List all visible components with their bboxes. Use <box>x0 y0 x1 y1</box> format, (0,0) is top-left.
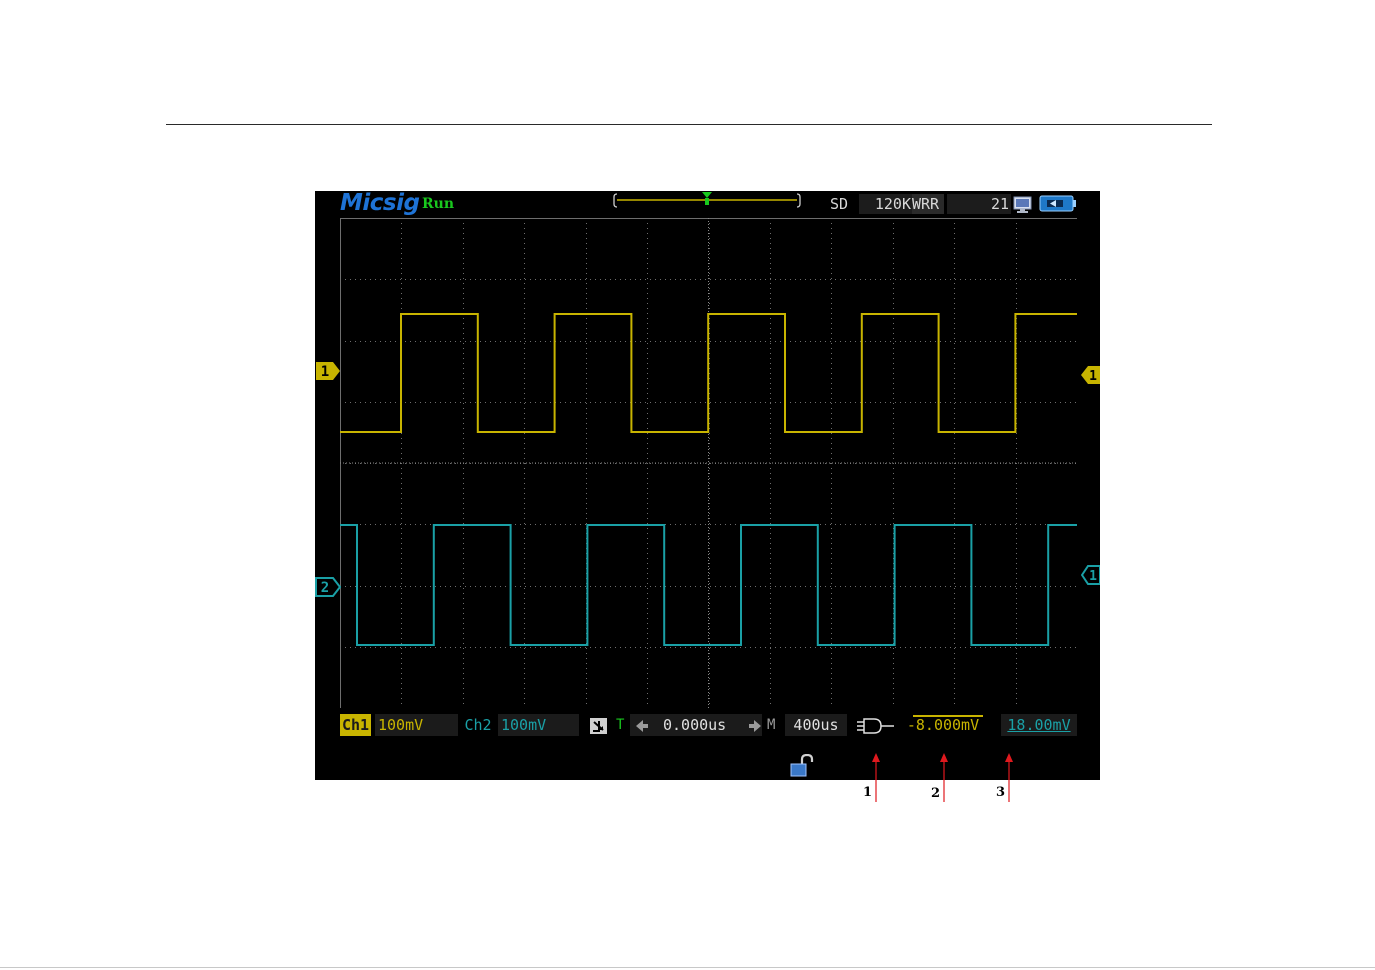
svg-text:1: 1 <box>321 364 329 380</box>
svg-text:1: 1 <box>1089 569 1097 584</box>
ch1-offset-marker[interactable]: 1 <box>315 361 341 381</box>
trigger-level-value[interactable]: -8.000mV <box>901 714 985 736</box>
waveform-grid <box>340 218 1077 708</box>
ch2-label[interactable]: Ch2 <box>462 714 494 736</box>
acquisition-count: 21 <box>947 194 1011 214</box>
left-arrow-icon[interactable] <box>635 719 649 733</box>
timebase-label: M <box>767 717 776 733</box>
callout-1: 1 <box>863 785 873 800</box>
memory-position-indicator <box>613 192 801 208</box>
ch1-label[interactable]: Ch1 <box>340 714 371 736</box>
bottom-rule <box>0 967 1375 968</box>
run-status[interactable]: Run <box>422 196 454 212</box>
brand-logo: Micsig <box>340 191 420 216</box>
svg-text:2: 2 <box>321 580 329 596</box>
trigger-label: T <box>616 717 625 733</box>
callout-3: 3 <box>996 785 1006 800</box>
bottom-status-bar: Ch1 100mV Ch2 100mV T 0.000us M 400us -8… <box>315 713 1100 739</box>
ch2-trigger-level-marker[interactable]: 1 <box>1081 565 1100 585</box>
trigger-mode-icon[interactable] <box>589 717 608 735</box>
top-rule <box>166 124 1212 125</box>
memory-depth[interactable]: 120K <box>859 194 913 214</box>
measurement-value[interactable]: 18.00mV <box>1001 714 1077 736</box>
ch2-offset-marker[interactable]: 2 <box>315 577 341 597</box>
oscilloscope-screen: Micsig Run SD 120K WRR 21 T 1 <box>315 191 1100 780</box>
storage-indicator: SD <box>830 195 849 213</box>
svg-text:1: 1 <box>1089 369 1097 384</box>
lock-icon[interactable] <box>790 754 816 778</box>
ch1-trigger-level-marker[interactable]: 1 <box>1081 365 1100 385</box>
ch2-scale[interactable]: 100mV <box>498 714 579 736</box>
battery-icon <box>1039 195 1076 212</box>
acquisition-mode[interactable]: WRR <box>912 194 944 214</box>
trigger-position-value: 0.000us <box>663 716 727 734</box>
ch1-scale[interactable]: 100mV <box>375 714 458 736</box>
callout-2: 2 <box>931 786 941 801</box>
timebase-scale[interactable]: 400us <box>785 714 847 736</box>
right-arrow-icon[interactable] <box>748 719 762 733</box>
monitor-icon[interactable] <box>1013 196 1033 214</box>
coupling-icon[interactable] <box>856 716 896 736</box>
